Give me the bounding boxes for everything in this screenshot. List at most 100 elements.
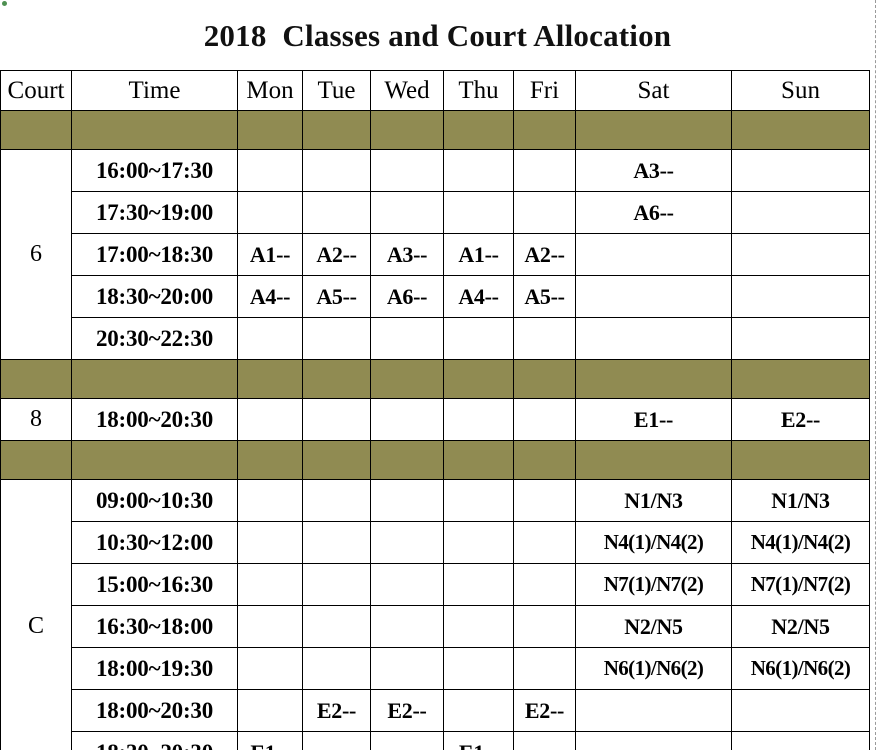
- table-row: 15:00~16:30 N7(1)/N7(2) N7(1)/N7(2): [1, 563, 870, 606]
- class-slot-sun[interactable]: N1/N3: [731, 479, 870, 522]
- empty-slot-thu: [443, 689, 514, 732]
- time-slot-label: 18:00~19:30: [71, 647, 238, 690]
- empty-slot-fri: [513, 647, 576, 690]
- separator-cell: [0, 359, 72, 399]
- empty-slot-sun: [731, 149, 870, 192]
- corner-marker-icon: [2, 1, 7, 6]
- class-slot-sun[interactable]: N7(1)/N7(2): [731, 563, 870, 606]
- class-slot-fri[interactable]: E2--: [513, 689, 576, 732]
- separator-cell: [513, 110, 576, 150]
- column-header-sun: Sun: [731, 70, 870, 111]
- class-slot-tue[interactable]: A5--: [302, 275, 371, 318]
- class-slot-sat[interactable]: N2/N5: [575, 605, 732, 648]
- column-header-fri: Fri: [513, 70, 576, 111]
- separator-cell: [370, 110, 444, 150]
- class-slot-thu[interactable]: A1--: [443, 233, 514, 276]
- table-header-row: Court Time Mon Tue Wed Thu Fri Sat Sun: [0, 70, 870, 111]
- separator-cell: [575, 110, 732, 150]
- empty-slot-mon: [237, 149, 303, 192]
- empty-slot-mon: [237, 398, 303, 441]
- time-slot-label: 10:30~12:00: [71, 521, 238, 564]
- class-slot-sun[interactable]: N2/N5: [731, 605, 870, 648]
- empty-slot-wed: [370, 731, 444, 750]
- class-slot-sun[interactable]: N4(1)/N4(2): [731, 521, 870, 564]
- empty-slot-thu: [443, 479, 514, 522]
- empty-slot-thu: [443, 398, 514, 441]
- empty-slot-fri: [513, 149, 576, 192]
- column-header-tue: Tue: [302, 70, 371, 111]
- class-slot-sat[interactable]: N4(1)/N4(2): [575, 521, 732, 564]
- class-slot-sat[interactable]: N1/N3: [575, 479, 732, 522]
- empty-slot-thu: [443, 191, 514, 234]
- column-header-court: Court: [0, 70, 72, 111]
- class-slot-thu[interactable]: E1--: [443, 731, 514, 750]
- empty-slot-sat: [575, 317, 732, 360]
- class-slot-tue[interactable]: A2--: [302, 233, 371, 276]
- table-row: 8 18:00~20:30 E1-- E2--: [0, 398, 870, 441]
- class-slot-sat[interactable]: N7(1)/N7(2): [575, 563, 732, 606]
- court-label-8: 8: [0, 398, 72, 441]
- empty-slot-sun: [731, 317, 870, 360]
- separator-cell: [575, 440, 732, 480]
- empty-slot-tue: [302, 647, 371, 690]
- separator-cell: [370, 359, 444, 399]
- class-slot-sat[interactable]: A3--: [575, 149, 732, 192]
- empty-slot-tue: [302, 605, 371, 648]
- empty-slot-tue: [302, 521, 371, 564]
- empty-slot-wed: [370, 317, 444, 360]
- class-slot-fri[interactable]: A2--: [513, 233, 576, 276]
- class-slot-sat[interactable]: N6(1)/N6(2): [575, 647, 732, 690]
- empty-slot-wed: [370, 521, 444, 564]
- class-slot-sat[interactable]: A6--: [575, 191, 732, 234]
- time-slot-label: 09:00~10:30: [71, 479, 238, 522]
- empty-slot-fri: [513, 479, 576, 522]
- time-slot-label: 17:30~19:00: [71, 191, 238, 234]
- empty-slot-mon: [237, 563, 303, 606]
- class-slot-mon[interactable]: A1--: [237, 233, 303, 276]
- class-slot-fri[interactable]: A5--: [513, 275, 576, 318]
- column-header-time: Time: [71, 70, 238, 111]
- separator-cell: [0, 440, 72, 480]
- class-slot-wed[interactable]: A6--: [370, 275, 444, 318]
- empty-slot-thu: [443, 521, 514, 564]
- title-band: 2018 Classes and Court Allocation: [0, 0, 875, 70]
- class-slot-sun[interactable]: E2--: [731, 398, 870, 441]
- table-row: 18:00~20:30 E2-- E2-- E2--: [1, 689, 870, 732]
- separator-cell: [237, 110, 303, 150]
- time-slot-label: 15:00~16:30: [71, 563, 238, 606]
- empty-slot-tue: [302, 149, 371, 192]
- section-separator-row-3: [0, 440, 870, 480]
- empty-slot-tue: [302, 191, 371, 234]
- empty-slot-fri: [513, 731, 576, 750]
- empty-slot-sat: [575, 275, 732, 318]
- class-slot-wed[interactable]: E2--: [370, 689, 444, 732]
- separator-cell: [513, 359, 576, 399]
- class-slot-sat[interactable]: E1--: [575, 398, 732, 441]
- empty-slot-mon: [237, 191, 303, 234]
- class-slot-sun[interactable]: N6(1)/N6(2): [731, 647, 870, 690]
- column-header-wed: Wed: [370, 70, 444, 111]
- table-row: 18:30~20:30E1--E1--: [1, 731, 870, 750]
- class-slot-mon[interactable]: E1--: [237, 731, 303, 750]
- class-slot-wed[interactable]: A3--: [370, 233, 444, 276]
- section-separator-row-1: [0, 110, 870, 150]
- empty-slot-fri: [513, 191, 576, 234]
- class-slot-tue[interactable]: E2--: [302, 689, 371, 732]
- table-row: 20:30~22:30: [1, 317, 870, 360]
- empty-slot-wed: [370, 479, 444, 522]
- time-slot-label: 16:30~18:00: [71, 605, 238, 648]
- separator-cell: [0, 110, 72, 150]
- page-title: 2018 Classes and Court Allocation: [203, 18, 672, 53]
- table-row: 16:30~18:00 N2/N5 N2/N5: [1, 605, 870, 648]
- table-row: C 09:00~10:30 N1/N3 N1/N3: [0, 479, 870, 750]
- court-label-6: 6: [0, 149, 72, 360]
- separator-cell: [237, 440, 303, 480]
- class-slot-thu[interactable]: A4--: [443, 275, 514, 318]
- empty-slot-mon: [237, 521, 303, 564]
- empty-slot-tue: [302, 317, 371, 360]
- column-header-thu: Thu: [443, 70, 514, 111]
- separator-cell: [443, 359, 514, 399]
- class-slot-mon[interactable]: A4--: [237, 275, 303, 318]
- empty-slot-sat: [575, 731, 732, 750]
- empty-slot-tue: [302, 731, 371, 750]
